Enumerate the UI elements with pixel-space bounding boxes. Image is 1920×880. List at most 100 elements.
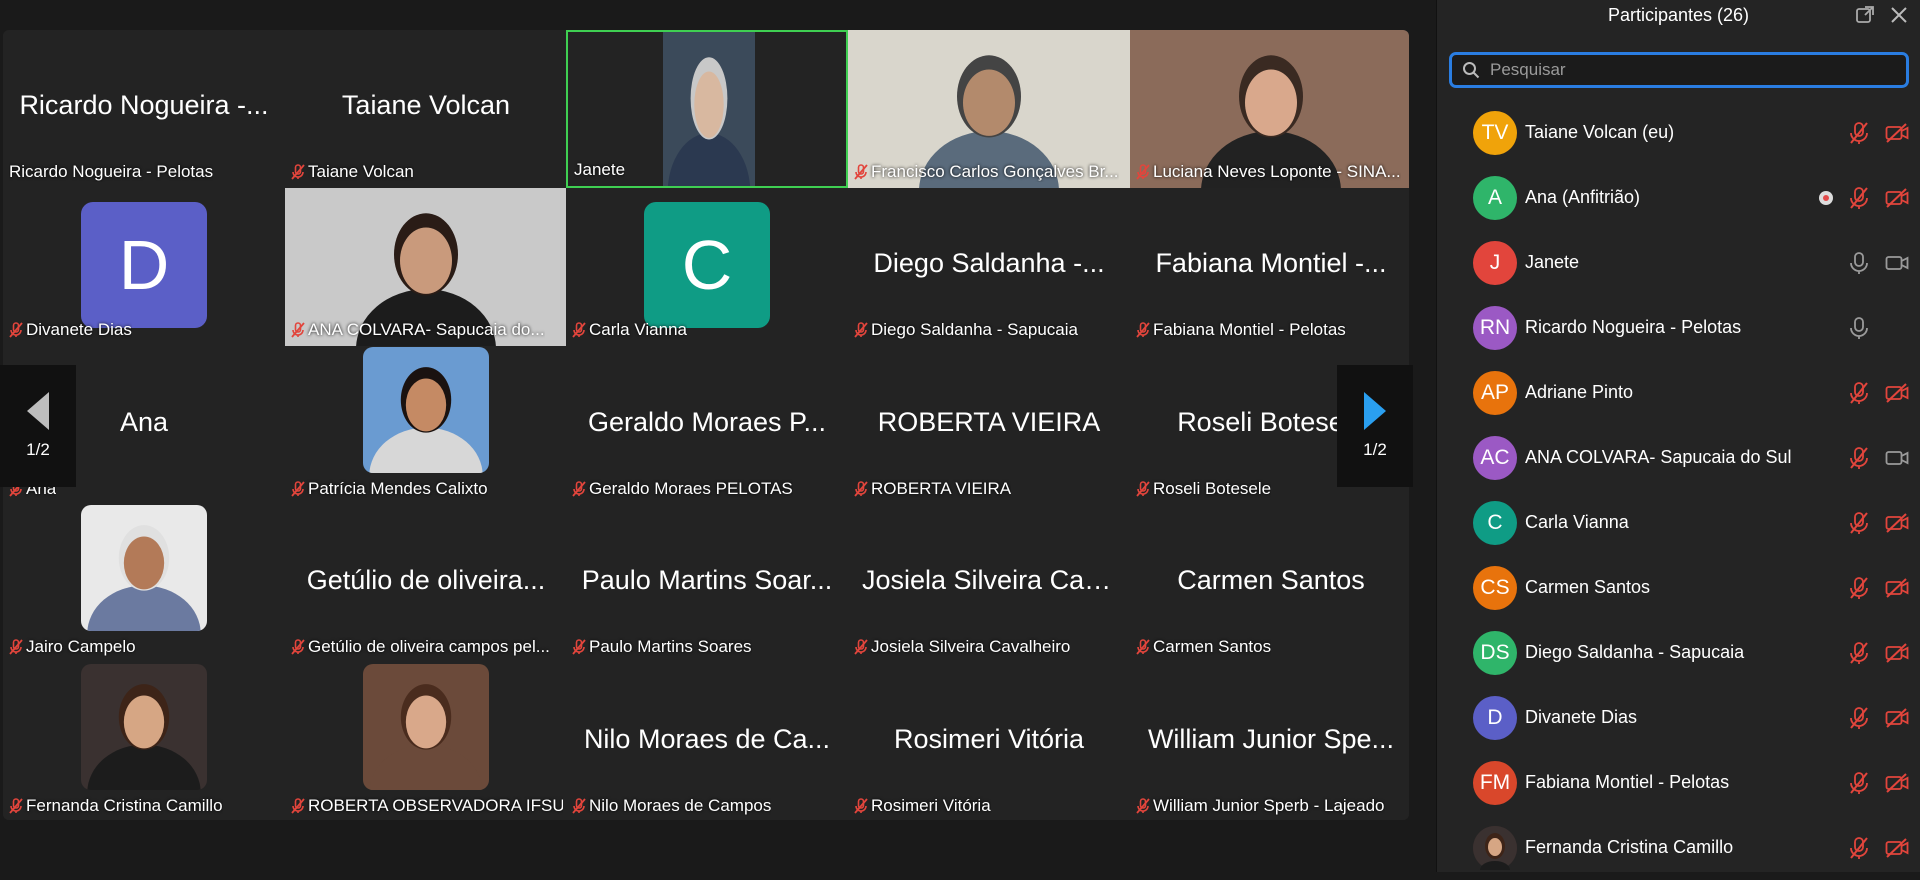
tile-name-text: Carmen Santos bbox=[1153, 637, 1272, 656]
camera-off-icon[interactable] bbox=[1885, 576, 1909, 600]
tile-display-name: Fabiana Montiel -... bbox=[1155, 248, 1387, 278]
mic-muted-icon bbox=[291, 164, 305, 180]
camera-icon[interactable] bbox=[1885, 251, 1909, 275]
close-icon[interactable] bbox=[1888, 4, 1910, 26]
mic-muted-icon[interactable] bbox=[1847, 511, 1871, 535]
camera-off-icon[interactable] bbox=[1885, 641, 1909, 665]
video-tile[interactable]: William Junior Spe... William Junior Sper… bbox=[1130, 664, 1409, 820]
mic-muted-icon[interactable] bbox=[1847, 641, 1871, 665]
tile-name-label: Carmen Santos bbox=[1136, 637, 1271, 657]
avatar: TV bbox=[1473, 110, 1517, 155]
mic-icon[interactable] bbox=[1847, 251, 1871, 275]
mic-muted-icon[interactable] bbox=[1847, 446, 1871, 470]
pop-out-icon[interactable] bbox=[1854, 4, 1876, 26]
camera-off-icon[interactable] bbox=[1885, 121, 1909, 145]
tile-name-text: ANA COLVARA- Sapucaia do... bbox=[308, 320, 545, 339]
video-tile[interactable]: ROBERTA VIEIRA ROBERTA VIEIRA bbox=[848, 347, 1130, 505]
video-tile[interactable]: Luciana Neves Loponte - SINA... bbox=[1130, 30, 1409, 188]
video-tile[interactable]: Josiela Silveira Cav... Josiela Silveira … bbox=[848, 505, 1130, 663]
participant-name: Diego Saldanha - Sapucaia bbox=[1525, 642, 1745, 662]
tile-name-text: Getúlio de oliveira campos pel... bbox=[308, 637, 550, 656]
camera-placeholder[interactable] bbox=[1885, 316, 1909, 340]
video-tile[interactable]: Ricardo Nogueira -... Ricardo Nogueira - … bbox=[3, 30, 285, 188]
tile-name-label: Taiane Volcan bbox=[291, 162, 414, 182]
camera-off-icon[interactable] bbox=[1885, 706, 1909, 730]
recording-icon bbox=[1819, 191, 1833, 205]
participant-row[interactable]: AP Adriane Pinto bbox=[1437, 360, 1920, 425]
mic-muted-icon[interactable] bbox=[1847, 706, 1871, 730]
participant-name: Ricardo Nogueira - Pelotas bbox=[1525, 317, 1742, 337]
tile-name-text: Divanete Dias bbox=[26, 320, 132, 339]
mic-muted-icon bbox=[854, 639, 868, 655]
tile-name-label: Nilo Moraes de Campos bbox=[572, 796, 771, 816]
mic-muted-icon bbox=[291, 481, 305, 497]
tile-name-text: Janete bbox=[574, 160, 626, 179]
video-tile[interactable]: ANA COLVARA- Sapucaia do... bbox=[285, 188, 567, 346]
mic-muted-icon[interactable] bbox=[1847, 381, 1871, 405]
search-box[interactable] bbox=[1449, 52, 1909, 88]
video-tile[interactable]: C Carla Vianna bbox=[566, 188, 848, 346]
video-tile[interactable]: ROBERTA OBSERVADORA IFSUL bbox=[285, 664, 567, 820]
prev-page-button[interactable]: 1/2 bbox=[0, 365, 76, 487]
participant-row[interactable]: Fernanda Cristina Camillo bbox=[1437, 815, 1920, 880]
camera-icon[interactable] bbox=[1885, 446, 1909, 470]
tile-name-label: Diego Saldanha - Sapucaia bbox=[854, 320, 1078, 340]
video-tile[interactable]: Paulo Martins Soar... Paulo Martins Soare… bbox=[566, 505, 848, 663]
video-tile[interactable]: Fernanda Cristina Camillo bbox=[3, 664, 285, 820]
participant-name: Fabiana Montiel - Pelotas bbox=[1525, 772, 1730, 792]
participant-row[interactable]: AC ANA COLVARA- Sapucaia do Sul bbox=[1437, 425, 1920, 490]
video-tile[interactable]: Geraldo Moraes P... Geraldo Moraes PELOTA… bbox=[566, 347, 848, 505]
camera-off-icon[interactable] bbox=[1885, 836, 1909, 860]
participant-row[interactable]: TV Taiane Volcan (eu) bbox=[1437, 100, 1920, 165]
mic-muted-icon[interactable] bbox=[1847, 836, 1871, 860]
video-tile[interactable]: Fabiana Montiel -... Fabiana Montiel - Pe… bbox=[1130, 188, 1409, 346]
video-tile[interactable]: Getúlio de oliveira... Getúlio de oliveir… bbox=[285, 505, 567, 663]
video-tile[interactable]: Nilo Moraes de Ca... Nilo Moraes de Campo… bbox=[566, 664, 848, 820]
video-tile[interactable]: Jairo Campelo bbox=[3, 505, 285, 663]
participant-row[interactable]: D Divanete Dias bbox=[1437, 685, 1920, 750]
participant-video bbox=[663, 32, 755, 186]
tile-name-label: Divanete Dias bbox=[9, 320, 132, 340]
camera-off-icon[interactable] bbox=[1885, 381, 1909, 405]
participant-row[interactable]: CS Carmen Santos bbox=[1437, 555, 1920, 620]
camera-off-icon[interactable] bbox=[1885, 771, 1909, 795]
next-page-button[interactable]: 1/2 bbox=[1337, 365, 1413, 487]
video-tile[interactable]: Rosimeri Vitória Rosimeri Vitória bbox=[848, 664, 1130, 820]
mic-muted-icon bbox=[291, 639, 305, 655]
video-tile[interactable]: Janete bbox=[566, 30, 848, 188]
search-icon bbox=[1463, 62, 1480, 79]
video-tile[interactable]: Patrícia Mendes Calixto bbox=[285, 347, 567, 505]
tile-name-text: Paulo Martins Soares bbox=[589, 637, 752, 656]
avatar: D bbox=[1473, 695, 1517, 740]
tile-name-label: Carla Vianna bbox=[572, 320, 687, 340]
participant-row[interactable]: J Janete bbox=[1437, 230, 1920, 295]
video-tile[interactable]: Taiane Volcan Taiane Volcan bbox=[285, 30, 567, 188]
video-tile[interactable]: Francisco Carlos Gonçalves Br... bbox=[848, 30, 1130, 188]
mic-muted-icon bbox=[854, 322, 868, 338]
participant-video bbox=[81, 505, 207, 631]
avatar: J bbox=[1473, 240, 1517, 285]
panel-title: Participantes (26) bbox=[1607, 5, 1750, 25]
participant-row[interactable]: FM Fabiana Montiel - Pelotas bbox=[1437, 750, 1920, 815]
mic-icon[interactable] bbox=[1847, 316, 1871, 340]
camera-off-icon[interactable] bbox=[1885, 186, 1909, 210]
tile-name-label: Getúlio de oliveira campos pel... bbox=[291, 637, 550, 657]
mic-muted-icon[interactable] bbox=[1847, 186, 1871, 210]
tile-display-name: ROBERTA VIEIRA bbox=[877, 407, 1101, 437]
participant-row[interactable]: RN Ricardo Nogueira - Pelotas bbox=[1437, 295, 1920, 360]
tile-display-name: Taiane Volcan bbox=[341, 90, 511, 120]
mic-muted-icon[interactable] bbox=[1847, 771, 1871, 795]
participant-row[interactable]: DS Diego Saldanha - Sapucaia bbox=[1437, 620, 1920, 685]
avatar: C bbox=[644, 202, 770, 328]
video-tile[interactable]: Carmen Santos Carmen Santos bbox=[1130, 505, 1409, 663]
camera-off-icon[interactable] bbox=[1885, 511, 1909, 535]
tile-name-label: ROBERTA OBSERVADORA IFSUL bbox=[291, 796, 563, 816]
participant-row[interactable]: A Ana (Anfitrião) bbox=[1437, 165, 1920, 230]
mic-muted-icon[interactable] bbox=[1847, 576, 1871, 600]
participant-row[interactable]: C Carla Vianna bbox=[1437, 490, 1920, 555]
video-tile[interactable]: Diego Saldanha -... Diego Saldanha - Sapu… bbox=[848, 188, 1130, 346]
tile-name-label: ANA COLVARA- Sapucaia do... bbox=[291, 320, 545, 340]
search-input[interactable] bbox=[1490, 60, 1890, 80]
mic-muted-icon[interactable] bbox=[1847, 121, 1871, 145]
video-tile[interactable]: D Divanete Dias bbox=[3, 188, 285, 346]
